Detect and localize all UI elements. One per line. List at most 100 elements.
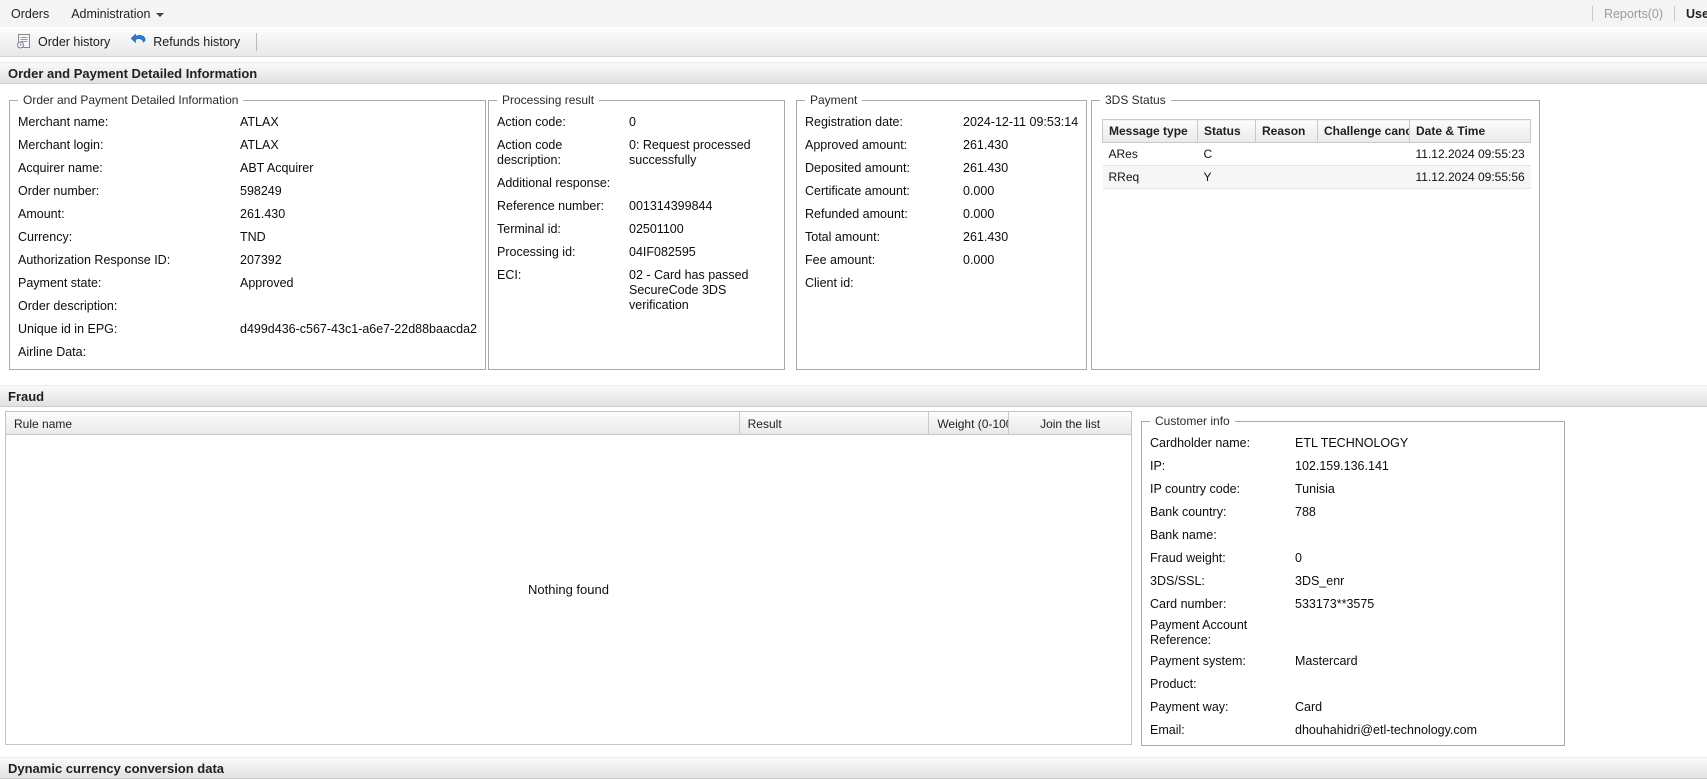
field-label: Fee amount: bbox=[805, 253, 876, 267]
toolbar-separator bbox=[256, 33, 258, 51]
field-label: Total amount: bbox=[805, 230, 881, 244]
field-label: Order number: bbox=[18, 184, 100, 198]
field-row: Email: dhouhahidri@etl-technology.com bbox=[1142, 719, 1564, 742]
order-history-button[interactable]: Order history bbox=[6, 28, 120, 57]
field-row: Approved amount: 261.430 bbox=[797, 134, 1086, 157]
field-label: Reference number: bbox=[497, 199, 605, 213]
field-row: Acquirer name: ABT Acquirer bbox=[10, 157, 485, 180]
field-label: Client id: bbox=[805, 276, 854, 290]
threeds-cell: Y bbox=[1197, 165, 1256, 189]
field-value: 533173**3575 bbox=[1295, 597, 1375, 611]
field-row: ECI: 02 - Card has passed SecureCode 3DS … bbox=[489, 264, 784, 317]
field-label: Unique id in EPG: bbox=[18, 322, 118, 336]
fraud-empty-text: Nothing found bbox=[528, 582, 609, 597]
field-value: 02501100 bbox=[629, 222, 684, 236]
threeds-col-date-time[interactable]: Date & Time bbox=[1409, 119, 1531, 143]
fraud-col-weight[interactable]: Weight (0-100) bbox=[929, 412, 1010, 434]
menu-administration[interactable]: Administration bbox=[60, 2, 175, 26]
field-row: Deposited amount: 261.430 bbox=[797, 157, 1086, 180]
field-label: Action code: bbox=[497, 115, 566, 129]
field-value: 0: Request processed successfully bbox=[629, 138, 751, 167]
page-title: Order and Payment Detailed Information bbox=[8, 65, 258, 81]
field-label: 3DS/SSL: bbox=[1150, 574, 1205, 588]
field-row: Product: bbox=[1142, 673, 1564, 696]
threeds-status-legend: 3DS Status bbox=[1105, 93, 1166, 107]
order-history-icon bbox=[16, 33, 32, 52]
field-value: 598249 bbox=[240, 184, 282, 198]
customer-info-fieldset: Customer info Cardholder name: ETL TECHNO… bbox=[1141, 414, 1565, 746]
field-label: Deposited amount: bbox=[805, 161, 910, 175]
threeds-col-reason[interactable]: Reason bbox=[1255, 119, 1318, 143]
field-label: ECI: bbox=[497, 268, 522, 282]
field-value: Approved bbox=[240, 276, 294, 290]
fraud-col-rule-name[interactable]: Rule name bbox=[6, 412, 740, 434]
menu-reports[interactable]: Reports(0) bbox=[1593, 2, 1674, 26]
field-value: Tunisia bbox=[1295, 482, 1335, 496]
processing-result-legend: Processing result bbox=[502, 93, 595, 107]
toolbar: Order history Refunds history bbox=[0, 27, 1707, 57]
threeds-col-status[interactable]: Status bbox=[1197, 119, 1256, 143]
menu-user-label: Use bbox=[1686, 6, 1707, 21]
field-row: Certificate amount: 0.000 bbox=[797, 180, 1086, 203]
threeds-cell: 11.12.2024 09:55:56 bbox=[1409, 165, 1531, 189]
threeds-cell bbox=[1255, 142, 1318, 166]
field-label: Payment way: bbox=[1150, 700, 1229, 714]
field-value: 04IF082595 bbox=[629, 245, 696, 259]
field-row: Payment Account Reference: bbox=[1142, 616, 1564, 650]
field-label: Acquirer name: bbox=[18, 161, 103, 175]
field-value: ABT Acquirer bbox=[240, 161, 314, 175]
field-row: Additional response: bbox=[489, 172, 784, 195]
field-value: 2024-12-11 09:53:14 bbox=[963, 115, 1079, 129]
menu-reports-label: Reports(0) bbox=[1603, 6, 1663, 21]
field-value: Mastercard bbox=[1295, 654, 1358, 668]
fraud-col-result[interactable]: Result bbox=[740, 412, 930, 434]
field-row: Bank country: 788 bbox=[1142, 501, 1564, 524]
field-label: Product: bbox=[1150, 677, 1197, 691]
field-label: Airline Data: bbox=[18, 345, 87, 359]
field-row: Payment system: Mastercard bbox=[1142, 650, 1564, 673]
field-label: Registration date: bbox=[805, 115, 903, 129]
field-label: Terminal id: bbox=[497, 222, 561, 236]
threeds-row: RReq Y 11.12.2024 09:55:56 bbox=[1102, 165, 1531, 189]
menu-user[interactable]: Use bbox=[1675, 2, 1707, 26]
field-value: d499d436-c567-43c1-a6e7-22d88baacda2 bbox=[240, 322, 478, 336]
field-value: 0 bbox=[629, 115, 636, 129]
field-row: Unique id in EPG: d499d436-c567-43c1-a6e7… bbox=[10, 318, 485, 341]
field-label: Currency: bbox=[18, 230, 73, 244]
field-value: 0.000 bbox=[963, 207, 995, 221]
threeds-status-fieldset: 3DS Status Message type Status Reason Ch… bbox=[1091, 93, 1540, 370]
field-value: 261.430 bbox=[963, 161, 1009, 175]
field-label: Cardholder name: bbox=[1150, 436, 1251, 450]
threeds-col-message-type[interactable]: Message type bbox=[1102, 119, 1198, 143]
field-row: Order number: 598249 bbox=[10, 180, 485, 203]
field-label: Amount: bbox=[18, 207, 65, 221]
field-label: Merchant login: bbox=[18, 138, 104, 152]
field-label: Email: bbox=[1150, 723, 1185, 737]
field-value: 788 bbox=[1295, 505, 1316, 519]
threeds-col-challenge-cancel[interactable]: Challenge cancel bbox=[1317, 119, 1410, 143]
field-label: Payment state: bbox=[18, 276, 102, 290]
field-row: Action code: 0 bbox=[489, 111, 784, 134]
field-row: Card number: 533173**3575 bbox=[1142, 593, 1564, 616]
threeds-cell: RReq bbox=[1102, 165, 1198, 189]
refunds-history-label: Refunds history bbox=[153, 35, 241, 49]
field-label: Action code description: bbox=[497, 138, 563, 167]
refunds-history-button[interactable]: Refunds history bbox=[120, 28, 250, 56]
fraud-col-join-list[interactable]: Join the list bbox=[1009, 412, 1131, 434]
field-value: 001314399844 bbox=[629, 199, 713, 213]
threeds-cell: ARes bbox=[1102, 142, 1198, 166]
payment-legend: Payment bbox=[810, 93, 858, 107]
field-label: Fraud weight: bbox=[1150, 551, 1226, 565]
field-label: Card number: bbox=[1150, 597, 1227, 611]
field-row: Currency: TND bbox=[10, 226, 485, 249]
field-row: Order description: bbox=[10, 295, 485, 318]
field-row: Airline Data: bbox=[10, 341, 485, 364]
field-value: 02 - Card has passed SecureCode 3DS veri… bbox=[629, 268, 749, 312]
field-label: Certificate amount: bbox=[805, 184, 910, 198]
field-label: Merchant name: bbox=[18, 115, 109, 129]
threeds-row: ARes C 11.12.2024 09:55:23 bbox=[1102, 142, 1531, 166]
chevron-down-icon bbox=[156, 12, 165, 17]
menu-orders[interactable]: Orders bbox=[0, 2, 60, 26]
order-details-fieldset: Order and Payment Detailed Information M… bbox=[9, 93, 487, 370]
field-row: 3DS/SSL: 3DS_enr bbox=[1142, 570, 1564, 593]
